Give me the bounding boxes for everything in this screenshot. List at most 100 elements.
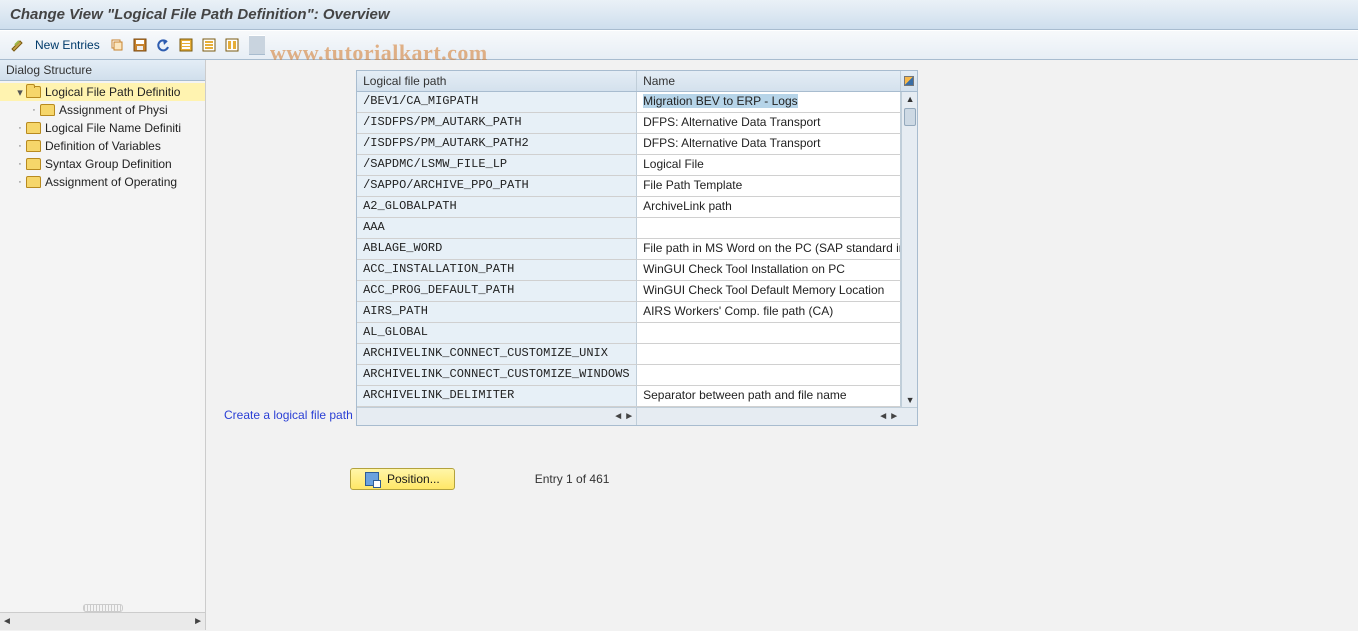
- bullet-icon[interactable]: ·: [14, 122, 26, 134]
- table-row[interactable]: /SAPPO/ARCHIVE_PPO_PATHFile Path Templat…: [357, 176, 901, 197]
- tree-item[interactable]: · Syntax Group Definition: [0, 155, 205, 173]
- cell-name[interactable]: [637, 218, 901, 239]
- cell-path[interactable]: /ISDFPS/PM_AUTARK_PATH2: [357, 134, 637, 155]
- tree-item[interactable]: · Assignment of Operating: [0, 173, 205, 191]
- tree-item-label: Assignment of Physi: [59, 103, 168, 117]
- col-path-scroll-right-icon[interactable]: ►: [624, 411, 634, 422]
- new-entries-button[interactable]: New Entries: [31, 38, 104, 52]
- vertical-scrollbar[interactable]: ▲ ▼: [901, 92, 917, 407]
- cell-name[interactable]: WinGUI Check Tool Default Memory Locatio…: [637, 281, 901, 302]
- tree-item[interactable]: · Definition of Variables: [0, 137, 205, 155]
- logical-file-path-table: Logical file path Name /BEV1/CA_MIGPATHM…: [356, 70, 918, 426]
- create-logical-file-path-link[interactable]: Create a logical file path: [224, 408, 353, 422]
- cell-name[interactable]: [637, 344, 901, 365]
- expand-icon[interactable]: ▾: [14, 86, 26, 99]
- cell-name[interactable]: Logical File: [637, 155, 901, 176]
- entry-counter: Entry 1 of 461: [535, 472, 610, 486]
- table-row[interactable]: /ISDFPS/PM_AUTARK_PATHDFPS: Alternative …: [357, 113, 901, 134]
- cell-path[interactable]: /BEV1/CA_MIGPATH: [357, 92, 637, 113]
- table-row[interactable]: A2_GLOBALPATHArchiveLink path: [357, 197, 901, 218]
- cell-path[interactable]: ABLAGE_WORD: [357, 239, 637, 260]
- cell-name[interactable]: [637, 365, 901, 386]
- scroll-left-icon[interactable]: ◄: [2, 616, 12, 627]
- cell-name[interactable]: DFPS: Alternative Data Transport: [637, 134, 901, 155]
- scroll-up-icon[interactable]: ▲: [902, 92, 918, 106]
- cell-path[interactable]: ARCHIVELINK_CONNECT_CUSTOMIZE_UNIX: [357, 344, 637, 365]
- undo-icon[interactable]: [153, 35, 173, 55]
- view-config-icon[interactable]: [222, 35, 242, 55]
- tree-item-label: Syntax Group Definition: [45, 157, 172, 171]
- cell-name[interactable]: AIRS Workers' Comp. file path (CA): [637, 302, 901, 323]
- cell-path[interactable]: ACC_INSTALLATION_PATH: [357, 260, 637, 281]
- cell-name[interactable]: Separator between path and file name: [637, 386, 901, 407]
- table-row[interactable]: ARCHIVELINK_DELIMITERSeparator between p…: [357, 386, 901, 407]
- folder-icon: [26, 86, 41, 98]
- folder-icon: [26, 140, 41, 152]
- column-header-name[interactable]: Name: [637, 71, 901, 91]
- table-row[interactable]: /ISDFPS/PM_AUTARK_PATH2DFPS: Alternative…: [357, 134, 901, 155]
- select-all-icon[interactable]: [176, 35, 196, 55]
- scroll-right-icon[interactable]: ►: [193, 616, 203, 627]
- table-row[interactable]: ARCHIVELINK_CONNECT_CUSTOMIZE_UNIX: [357, 344, 901, 365]
- bullet-icon[interactable]: ·: [28, 104, 40, 116]
- scrollbar-thumb[interactable]: [904, 108, 916, 126]
- toolbar: New Entries: [0, 30, 1358, 60]
- tree-item-label: Logical File Name Definiti: [45, 121, 181, 135]
- tree-item[interactable]: · Logical File Name Definiti: [0, 119, 205, 137]
- content-area: Create a logical file path Logical file …: [206, 60, 1358, 630]
- cell-name[interactable]: Migration BEV to ERP - Logs: [637, 92, 901, 113]
- copy-icon[interactable]: [107, 35, 127, 55]
- toggle-edit-icon[interactable]: [8, 35, 28, 55]
- folder-icon: [26, 158, 41, 170]
- table-row[interactable]: ACC_INSTALLATION_PATHWinGUI Check Tool I…: [357, 260, 901, 281]
- table-row[interactable]: AAA: [357, 218, 901, 239]
- table-rows: /BEV1/CA_MIGPATHMigration BEV to ERP - L…: [357, 92, 901, 407]
- col-name-scroll-right-icon[interactable]: ►: [889, 411, 899, 422]
- cell-name[interactable]: ArchiveLink path: [637, 197, 901, 218]
- table-row[interactable]: ARCHIVELINK_CONNECT_CUSTOMIZE_WINDOWS: [357, 365, 901, 386]
- cell-name[interactable]: WinGUI Check Tool Installation on PC: [637, 260, 901, 281]
- table-row[interactable]: /BEV1/CA_MIGPATHMigration BEV to ERP - L…: [357, 92, 901, 113]
- folder-icon: [26, 122, 41, 134]
- bullet-icon[interactable]: ·: [14, 140, 26, 152]
- tree-item[interactable]: · Assignment of Physi: [0, 101, 205, 119]
- col-path-scroll-left-icon[interactable]: ◄: [613, 411, 623, 422]
- scroll-down-icon[interactable]: ▼: [902, 393, 918, 407]
- table-row[interactable]: AL_GLOBAL: [357, 323, 901, 344]
- table-row[interactable]: AIRS_PATHAIRS Workers' Comp. file path (…: [357, 302, 901, 323]
- tree-item-label: Assignment of Operating: [45, 175, 177, 189]
- cell-name[interactable]: DFPS: Alternative Data Transport: [637, 113, 901, 134]
- cell-path[interactable]: ARCHIVELINK_CONNECT_CUSTOMIZE_WINDOWS: [357, 365, 637, 386]
- sidebar-hscroll[interactable]: ◄ ►: [0, 612, 205, 630]
- dialog-structure-tree[interactable]: ▾Logical File Path Definitio · Assignment …: [0, 81, 205, 600]
- cell-path[interactable]: ARCHIVELINK_DELIMITER: [357, 386, 637, 407]
- sidebar-resize-handle[interactable]: [0, 600, 205, 612]
- col-name-scroll-left-icon[interactable]: ◄: [878, 411, 888, 422]
- tree-item[interactable]: ▾Logical File Path Definitio: [0, 83, 205, 101]
- window-title: Change View "Logical File Path Definitio…: [0, 0, 1358, 30]
- cell-path[interactable]: /ISDFPS/PM_AUTARK_PATH: [357, 113, 637, 134]
- cell-path[interactable]: /SAPPO/ARCHIVE_PPO_PATH: [357, 176, 637, 197]
- dialog-structure-panel: Dialog Structure ▾Logical File Path Defi…: [0, 60, 206, 630]
- cell-path[interactable]: AIRS_PATH: [357, 302, 637, 323]
- cell-path[interactable]: AL_GLOBAL: [357, 323, 637, 344]
- folder-icon: [26, 176, 41, 188]
- cell-path[interactable]: ACC_PROG_DEFAULT_PATH: [357, 281, 637, 302]
- cell-path[interactable]: AAA: [357, 218, 637, 239]
- table-config-icon[interactable]: [901, 71, 917, 91]
- deselect-all-icon[interactable]: [199, 35, 219, 55]
- bullet-icon[interactable]: ·: [14, 176, 26, 188]
- cell-path[interactable]: /SAPDMC/LSMW_FILE_LP: [357, 155, 637, 176]
- position-button[interactable]: Position...: [350, 468, 455, 490]
- save-icon[interactable]: [130, 35, 150, 55]
- table-row[interactable]: ABLAGE_WORDFile path in MS Word on the P…: [357, 239, 901, 260]
- table-row[interactable]: /SAPDMC/LSMW_FILE_LPLogical File: [357, 155, 901, 176]
- bullet-icon[interactable]: ·: [14, 158, 26, 170]
- cell-path[interactable]: A2_GLOBALPATH: [357, 197, 637, 218]
- tree-item-label: Definition of Variables: [45, 139, 161, 153]
- cell-name[interactable]: [637, 323, 901, 344]
- column-header-path[interactable]: Logical file path: [357, 71, 637, 91]
- table-row[interactable]: ACC_PROG_DEFAULT_PATHWinGUI Check Tool D…: [357, 281, 901, 302]
- cell-name[interactable]: File Path Template: [637, 176, 901, 197]
- cell-name[interactable]: File path in MS Word on the PC (SAP stan…: [637, 239, 901, 260]
